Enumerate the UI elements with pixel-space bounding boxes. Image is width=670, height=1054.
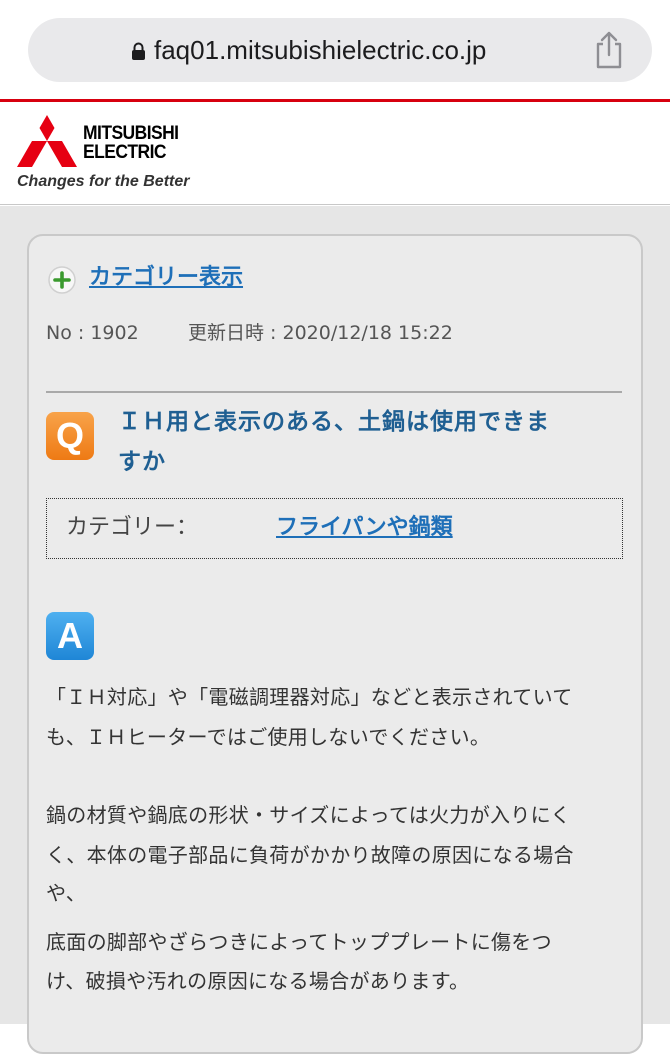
answer-text-line: 底面の脚部やざらつきによってトッププレートに傷をつ <box>46 930 552 954</box>
answer-text-line: 鍋の材質や鍋底の形状・サイズによっては火力が入りにく <box>46 803 571 827</box>
share-icon[interactable] <box>593 30 625 70</box>
brand-tagline: Changes for the Better <box>17 173 190 190</box>
site-header: MITSUBISHI ELECTRIC Changes for the Bett… <box>0 102 670 205</box>
question-badge-icon: Q <box>46 412 94 460</box>
category-display-link[interactable]: カテゴリー表示 <box>89 262 243 294</box>
answer-text-line: け、破損や汚れの原因になる場合があります。 <box>46 969 470 993</box>
answer-text-line: も、ＩＨヒーターではご使用しないでください。 <box>46 725 491 749</box>
url-text[interactable]: faq01.mitsubishielectric.co.jp <box>154 30 486 70</box>
brand-wordmark: MITSUBISHI ELECTRIC <box>83 123 179 163</box>
answer-text-line: 「ＩＨ対応」や「電磁調理器対応」などと表示されていて <box>46 685 573 709</box>
answer-text-line: く、本体の電子部品に負荷がかかり故障の原因になる場合 <box>46 843 574 867</box>
question-title: ＩＨ用と表示のある、土鍋は使用できま すか <box>118 402 618 482</box>
category-label: カテゴリー： <box>66 515 199 540</box>
answer-badge-icon: A <box>46 612 94 660</box>
answer-text-line: や、 <box>46 881 86 905</box>
question-line: ＩＨ用と表示のある、土鍋は使用できま <box>118 409 550 435</box>
lock-icon <box>132 42 145 60</box>
plus-circle-icon[interactable] <box>47 265 77 295</box>
divider <box>46 391 622 393</box>
question-line: すか <box>118 449 166 475</box>
brand-line1: MITSUBISHI <box>83 123 179 144</box>
mitsubishi-diamonds-logo[interactable] <box>16 115 78 169</box>
category-value-link[interactable]: フライパンや鍋類 <box>276 510 453 546</box>
faq-number: No : 1902 <box>46 322 139 344</box>
brand-line2: ELECTRIC <box>83 142 167 163</box>
browser-toolbar: faq01.mitsubishielectric.co.jp <box>0 0 670 100</box>
updated-datetime: 更新日時 : 2020/12/18 15:22 <box>188 322 453 344</box>
